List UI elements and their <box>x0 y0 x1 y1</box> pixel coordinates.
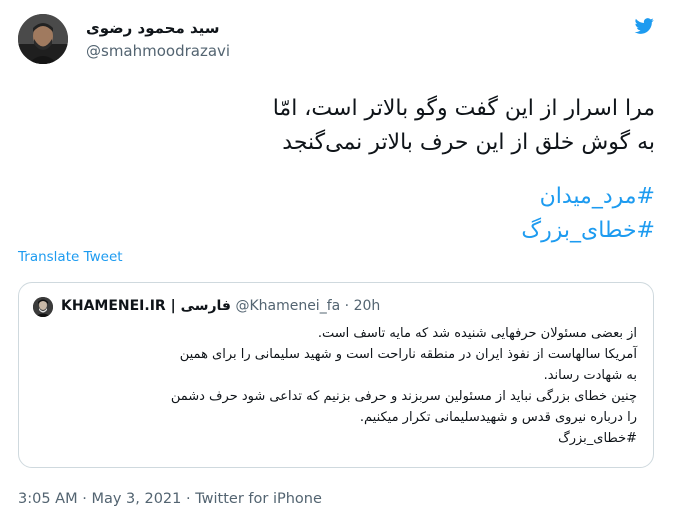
hashtag-link[interactable]: #خطای_بزرگ <box>55 214 655 248</box>
hashtag-link[interactable]: #مرد_میدان <box>55 180 655 214</box>
tweet-metadata: 3:05 AM · May 3, 2021 · Twitter for iPho… <box>18 491 322 507</box>
quoted-author-avatar[interactable] <box>33 297 53 317</box>
quoted-hashtag: #خطای_بزرگ <box>558 431 637 446</box>
quoted-line: آمریکا سالهاست از نفوذ ایران در منطقه نا… <box>179 347 637 362</box>
quoted-header: KHAMENEI.IR | فارسی @Khamenei_fa · 20h <box>61 296 380 316</box>
tweet-line: مرا اسرار از این گفت وگو بالاتر است، امّ… <box>272 96 655 121</box>
tweet-text: مرا اسرار از این گفت وگو بالاتر است، امّ… <box>55 92 655 160</box>
author-avatar[interactable] <box>18 14 68 64</box>
tweet-line: به گوش خلق از این حرف بالاتر نمی‌گنجد <box>282 130 655 155</box>
quoted-body: از بعضی مسئولان حرفهایی شنیده شد که مایه… <box>37 323 637 449</box>
hashtag-list: #مرد_میدان #خطای_بزرگ <box>55 180 655 248</box>
tweet-time[interactable]: 3:05 AM <box>18 491 78 507</box>
quoted-timestamp[interactable]: 20h <box>354 298 381 314</box>
quoted-line: را درباره نیروی قدس و شهیدسلیمانی تکرار … <box>359 410 637 425</box>
quoted-line: از بعضی مسئولان حرفهایی شنیده شد که مایه… <box>317 326 637 341</box>
tweet-source[interactable]: Twitter for iPhone <box>195 491 322 507</box>
twitter-bird-icon[interactable] <box>633 16 655 36</box>
meta-separator: · <box>185 491 191 507</box>
quoted-tweet[interactable]: KHAMENEI.IR | فارسی @Khamenei_fa · 20h ا… <box>18 282 654 468</box>
author-handle[interactable]: @smahmoodrazavi <box>86 40 230 62</box>
tweet-card: سید محمود رضوی @smahmoodrazavi مرا اسرار… <box>0 0 677 514</box>
translate-tweet-link[interactable]: Translate Tweet <box>18 249 123 265</box>
meta-separator: · <box>82 491 87 507</box>
quoted-author-handle[interactable]: @Khamenei_fa <box>235 298 340 314</box>
quoted-author-name[interactable]: KHAMENEI.IR | فارسی <box>61 298 231 314</box>
author-display-name[interactable]: سید محمود رضوی <box>86 18 230 38</box>
author-block: سید محمود رضوی @smahmoodrazavi <box>86 18 230 62</box>
quoted-separator: · <box>344 298 350 314</box>
tweet-date[interactable]: May 3, 2021 <box>91 491 181 507</box>
quoted-line: چنین خطای بزرگی نباید از مسئولین سربزند … <box>170 389 637 404</box>
quoted-line: به شهادت رساند. <box>543 368 637 383</box>
